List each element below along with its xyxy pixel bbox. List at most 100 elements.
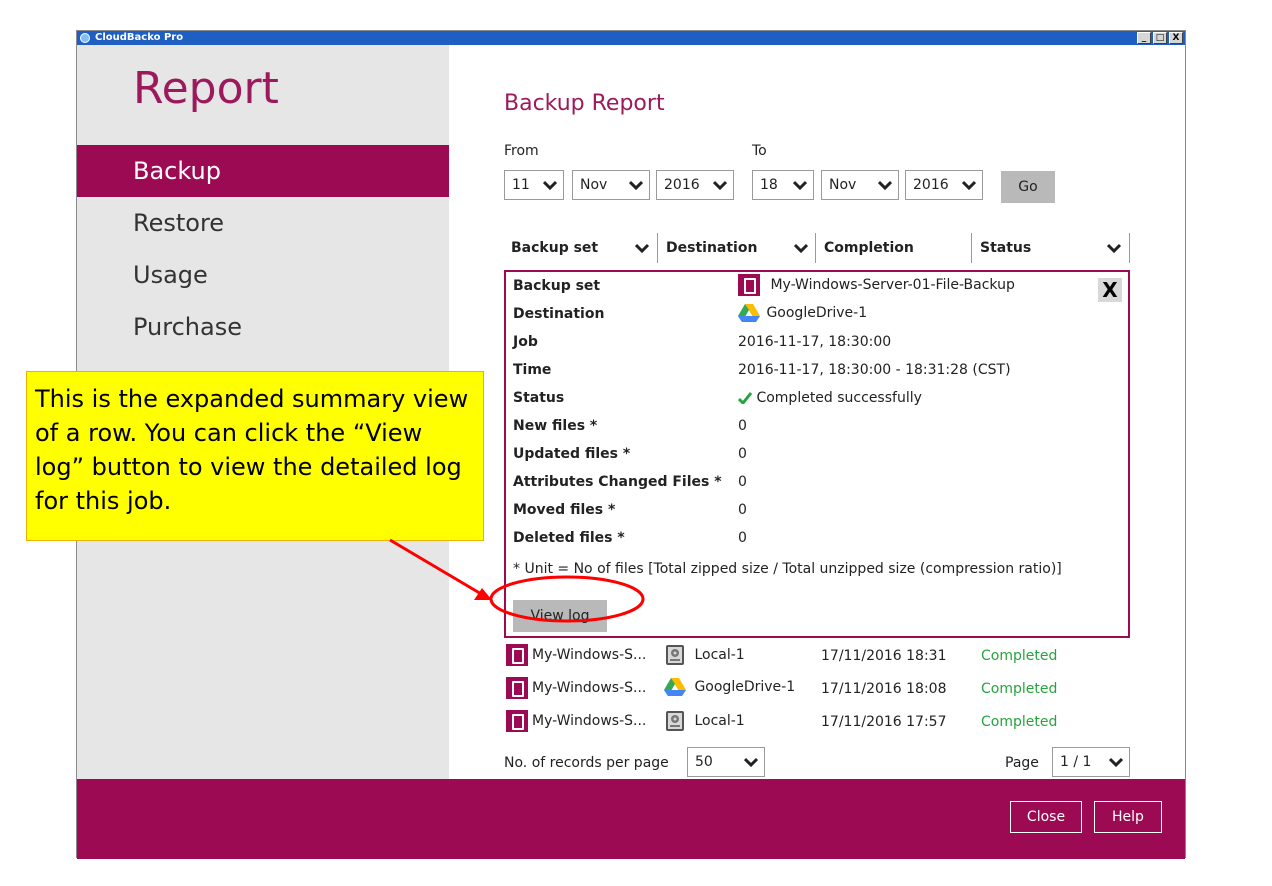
footer-bar: Close Help [77, 779, 1185, 859]
to-day-select[interactable]: 18 [752, 170, 814, 200]
column-divider [815, 233, 816, 263]
row-status: Completed [981, 681, 1058, 697]
summary-status-value: Completed successfully [737, 390, 922, 406]
backup-set-icon [738, 274, 760, 296]
local-drive-icon [666, 645, 684, 665]
summary-attributes-changed-label: Attributes Changed Files * [513, 474, 722, 490]
records-per-page-label: No. of records per page [504, 755, 669, 771]
to-day-value: 18 [760, 177, 778, 193]
row-completion: 17/11/2016 18:31 [821, 648, 947, 664]
summary-backup-set-value: My-Windows-Server-01-File-Backup [738, 274, 1015, 296]
maximize-button[interactable]: □ [1153, 32, 1167, 44]
chevron-down-icon [713, 180, 727, 190]
google-drive-icon [738, 304, 760, 322]
column-header-completion[interactable]: Completion [817, 235, 967, 261]
page-title: Backup Report [504, 91, 665, 116]
app-logo-icon [80, 33, 90, 43]
minimize-button[interactable]: _ [1137, 32, 1151, 44]
from-day-value: 11 [512, 177, 530, 193]
column-header-status[interactable]: Status [973, 235, 1123, 261]
summary-moved-files-value: 0 [738, 502, 747, 518]
summary-destination-value: GoogleDrive-1 [738, 303, 867, 323]
to-year-select[interactable]: 2016 [905, 170, 983, 200]
to-month-select[interactable]: Nov [821, 170, 899, 200]
from-month-select[interactable]: Nov [572, 170, 650, 200]
unit-note: * Unit = No of files [Total zipped size … [513, 561, 1062, 577]
sidebar-item-usage[interactable]: Usage [77, 249, 449, 301]
summary-moved-files-label: Moved files * [513, 502, 616, 518]
summary-new-files-value: 0 [738, 418, 747, 434]
summary-updated-files-label: Updated files * [513, 446, 631, 462]
close-button[interactable]: Close [1010, 801, 1082, 833]
from-label: From [504, 143, 539, 159]
close-summary-button[interactable]: X [1098, 278, 1122, 302]
annotation-callout: This is the expanded summary view of a r… [26, 371, 484, 541]
summary-deleted-files-value: 0 [738, 530, 747, 546]
callout-text: This is the expanded summary view of a r… [35, 385, 469, 515]
page-value: 1 / 1 [1060, 754, 1092, 770]
summary-updated-files-value: 0 [738, 446, 747, 462]
row-backup-set: My-Windows-S... [506, 644, 646, 666]
checkmark-icon [737, 392, 753, 406]
summary-backup-set-label: Backup set [513, 278, 601, 294]
records-per-page-value: 50 [695, 754, 713, 770]
row-status: Completed [981, 648, 1058, 664]
table-row[interactable]: My-Windows-S... GoogleDrive-1 17/11/2016… [504, 673, 1130, 703]
to-month-value: Nov [829, 177, 857, 193]
row-status: Completed [981, 714, 1058, 730]
records-per-page-select[interactable]: 50 [687, 747, 765, 777]
table-row[interactable]: My-Windows-S... Local-1 17/11/2016 17:57… [504, 706, 1130, 736]
row-destination: GoogleDrive-1 [664, 677, 795, 697]
google-drive-icon [664, 678, 686, 696]
backup-set-icon [506, 644, 528, 666]
row-completion: 17/11/2016 18:08 [821, 681, 947, 697]
summary-deleted-files-label: Deleted files * [513, 530, 625, 546]
chevron-down-icon [744, 757, 758, 767]
table-row[interactable]: My-Windows-S... Local-1 17/11/2016 18:31… [504, 640, 1130, 670]
summary-destination-label: Destination [513, 306, 605, 322]
from-year-value: 2016 [664, 177, 700, 193]
page-select[interactable]: 1 / 1 [1052, 747, 1130, 777]
view-log-button[interactable]: View log [513, 600, 607, 632]
summary-time-value: 2016-11-17, 18:30:00 - 18:31:28 (CST) [738, 362, 1011, 378]
column-header-backup-set[interactable]: Backup set [504, 235, 654, 261]
expanded-summary-panel: X Backup set My-Windows-Server-01-File-B… [504, 270, 1130, 638]
from-month-value: Nov [580, 177, 608, 193]
chevron-down-icon[interactable] [635, 243, 649, 253]
close-window-button[interactable]: X [1169, 32, 1183, 44]
chevron-down-icon [629, 180, 643, 190]
chevron-down-icon [962, 180, 976, 190]
row-backup-set: My-Windows-S... [506, 710, 646, 732]
chevron-down-icon [793, 180, 807, 190]
page-label: Page [1005, 755, 1039, 771]
chevron-down-icon[interactable] [794, 243, 808, 253]
sidebar-item-backup[interactable]: Backup [77, 145, 449, 197]
row-destination: Local-1 [664, 710, 745, 732]
from-year-select[interactable]: 2016 [656, 170, 734, 200]
backup-set-icon [506, 677, 528, 699]
go-button[interactable]: Go [1001, 171, 1055, 203]
row-backup-set: My-Windows-S... [506, 677, 646, 699]
chevron-down-icon [543, 180, 557, 190]
chevron-down-icon [1109, 757, 1123, 767]
column-header-destination[interactable]: Destination [659, 235, 809, 261]
sidebar-item-restore[interactable]: Restore [77, 197, 449, 249]
column-divider [657, 233, 658, 263]
summary-time-label: Time [513, 362, 552, 378]
backup-set-icon [506, 710, 528, 732]
chevron-down-icon[interactable] [1107, 243, 1121, 253]
column-divider [971, 233, 972, 263]
to-label: To [752, 143, 767, 159]
sidebar-item-purchase[interactable]: Purchase [77, 301, 449, 353]
column-divider [1129, 233, 1130, 263]
title-bar: CloudBacko Pro _ □ X [77, 31, 1185, 45]
to-year-value: 2016 [913, 177, 949, 193]
main-panel: Backup Report From To 11 Nov 2016 18 Nov… [449, 45, 1185, 779]
summary-new-files-label: New files * [513, 418, 598, 434]
local-drive-icon [666, 711, 684, 731]
help-button[interactable]: Help [1094, 801, 1162, 833]
row-completion: 17/11/2016 17:57 [821, 714, 947, 730]
chevron-down-icon [878, 180, 892, 190]
from-day-select[interactable]: 11 [504, 170, 564, 200]
summary-attributes-changed-value: 0 [738, 474, 747, 490]
